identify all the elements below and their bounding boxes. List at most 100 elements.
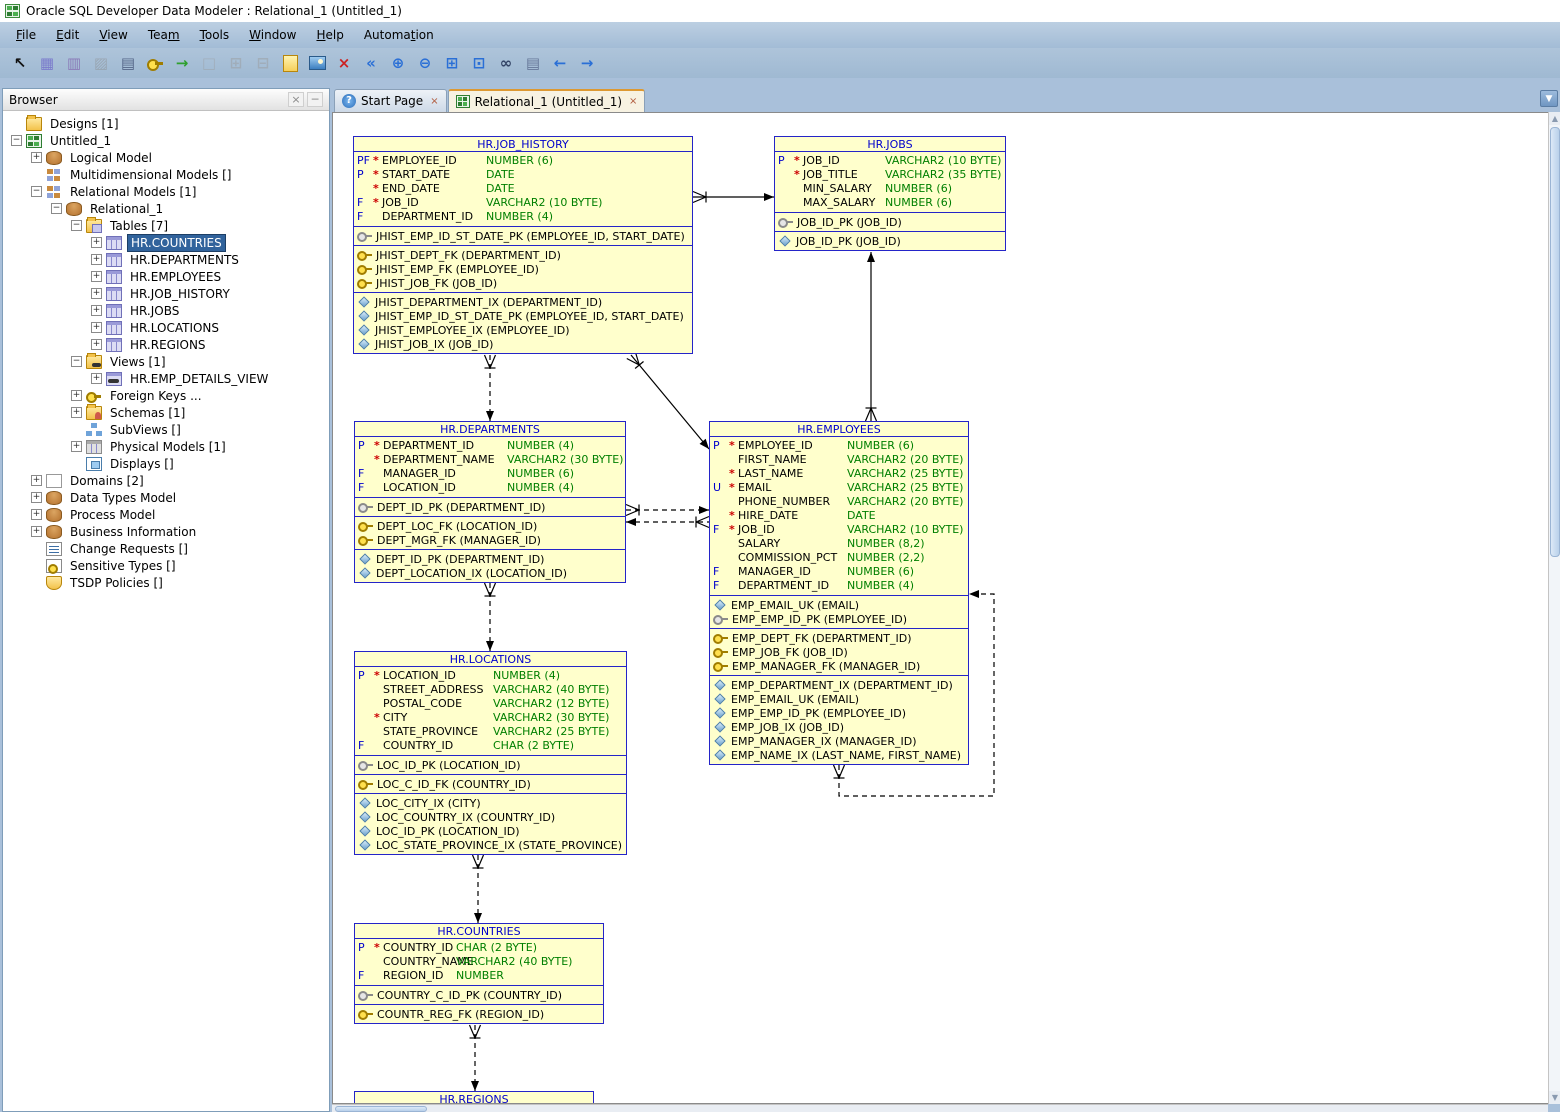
expand-plus-icon[interactable]: + bbox=[91, 305, 102, 316]
fit-screen-icon[interactable]: ⊞ bbox=[440, 51, 464, 75]
scroll-up-arrow-icon[interactable]: ▲ bbox=[1549, 112, 1560, 125]
tab-relational-1-untitled-1[interactable]: Relational_1 (Untitled_1)× bbox=[448, 89, 646, 112]
tree-item-logical-model[interactable]: +Logical Model bbox=[3, 149, 329, 166]
split-table-icon[interactable]: ▤ bbox=[116, 51, 140, 75]
tree-item-business-information[interactable]: +Business Information bbox=[3, 523, 329, 540]
horizontal-scrollbar-thumb[interactable] bbox=[335, 1106, 427, 1112]
tree-item-displays[interactable]: Displays [] bbox=[3, 455, 329, 472]
back-icon[interactable]: ← bbox=[548, 51, 572, 75]
entity-hr-countries[interactable]: HR.COUNTRIESP*COUNTRY_IDCHAR (2 BYTE)COU… bbox=[354, 923, 604, 1024]
tree-item-sensitive-types[interactable]: Sensitive Types [] bbox=[3, 557, 329, 574]
table-dependency-icon[interactable]: ▨ bbox=[89, 51, 113, 75]
tree-item-views-1[interactable]: −Views [1] bbox=[3, 353, 329, 370]
entity-hr-employees[interactable]: HR.EMPLOYEESP*EMPLOYEE_IDNUMBER (6)FIRST… bbox=[709, 421, 969, 765]
expand-plus-icon[interactable]: + bbox=[91, 271, 102, 282]
zoom-in-icon[interactable]: ⊕ bbox=[386, 51, 410, 75]
select-pointer-icon[interactable]: ↖ bbox=[8, 51, 32, 75]
menu-view[interactable]: View bbox=[89, 24, 137, 46]
expand-plus-icon[interactable]: + bbox=[91, 373, 102, 384]
fk-loc-country[interactable] bbox=[473, 855, 484, 923]
scroll-down-arrow-icon[interactable]: ▼ bbox=[1549, 1091, 1560, 1104]
collapse-all-icon[interactable]: « bbox=[359, 51, 383, 75]
collapse-minus-icon[interactable]: − bbox=[11, 135, 22, 146]
tab-close-icon[interactable]: × bbox=[430, 96, 438, 107]
fk-emp-dept[interactable] bbox=[626, 505, 709, 516]
box-tool-icon[interactable]: □ bbox=[197, 51, 221, 75]
entity-hr-regions[interactable]: HR.REGIONS bbox=[354, 1091, 594, 1104]
tree-item-change-requests[interactable]: Change Requests [] bbox=[3, 540, 329, 557]
fk-jhist-job[interactable] bbox=[693, 192, 774, 203]
collapse-minus-icon[interactable]: − bbox=[51, 203, 62, 214]
fk-country-region[interactable] bbox=[470, 1025, 481, 1091]
expand-plus-icon[interactable]: + bbox=[91, 339, 102, 350]
tab-close-icon[interactable]: × bbox=[629, 96, 637, 107]
new-view-icon[interactable]: ▥ bbox=[62, 51, 86, 75]
tree-item-tables-7[interactable]: −Tables [7] bbox=[3, 217, 329, 234]
tree-item-process-model[interactable]: +Process Model bbox=[3, 506, 329, 523]
expand-plus-icon[interactable]: + bbox=[71, 407, 82, 418]
diagram-canvas[interactable]: HR.JOB_HISTORYPF*EMPLOYEE_IDNUMBER (6)P*… bbox=[332, 112, 1548, 1104]
menu-team[interactable]: Team bbox=[138, 24, 190, 46]
entity-hr-locations[interactable]: HR.LOCATIONSP*LOCATION_IDNUMBER (4)STREE… bbox=[354, 651, 627, 855]
expand-plus-icon[interactable]: + bbox=[91, 237, 102, 248]
fk-jhist-emp[interactable] bbox=[627, 351, 709, 449]
tree-item-schemas-1[interactable]: +Schemas [1] bbox=[3, 404, 329, 421]
delete-icon[interactable]: × bbox=[332, 51, 356, 75]
zoom-out-icon[interactable]: ⊖ bbox=[413, 51, 437, 75]
tree-item-physical-models-1[interactable]: +Physical Models [1] bbox=[3, 438, 329, 455]
tab-start-page[interactable]: ?Start Page× bbox=[334, 89, 447, 112]
tree-item-hr-regions[interactable]: +HR.REGIONS bbox=[3, 336, 329, 353]
fk-dept-loc[interactable] bbox=[485, 583, 496, 651]
insert-image-icon[interactable] bbox=[305, 51, 329, 75]
search-binoculars-icon[interactable]: ∞ bbox=[494, 51, 518, 75]
tree-item-domains-2[interactable]: +Domains [2] bbox=[3, 472, 329, 489]
fk-dept-mgr[interactable] bbox=[626, 517, 709, 528]
new-note-icon[interactable] bbox=[278, 51, 302, 75]
box-remove-icon[interactable]: ⊟ bbox=[251, 51, 275, 75]
tree-item-designs-1[interactable]: Designs [1] bbox=[3, 115, 329, 132]
menu-edit[interactable]: Edit bbox=[46, 24, 89, 46]
menu-tools[interactable]: Tools bbox=[190, 24, 240, 46]
tree-item-untitled-1[interactable]: −Untitled_1 bbox=[3, 132, 329, 149]
resize-diagram-icon[interactable]: ⊡ bbox=[467, 51, 491, 75]
browser-close-button[interactable]: × bbox=[288, 92, 304, 107]
vertical-scrollbar[interactable]: ▲ ▼ bbox=[1548, 112, 1560, 1104]
collapse-minus-icon[interactable]: − bbox=[31, 186, 42, 197]
new-foreign-key-icon[interactable] bbox=[143, 51, 167, 75]
forward-icon[interactable]: → bbox=[575, 51, 599, 75]
expand-plus-icon[interactable]: + bbox=[71, 441, 82, 452]
tree-item-hr-countries[interactable]: +HR.COUNTRIES bbox=[3, 234, 329, 251]
tab-list-dropdown-button[interactable]: ▼ bbox=[1540, 90, 1558, 107]
menu-automation[interactable]: Automation bbox=[354, 24, 444, 46]
entity-hr-job-history[interactable]: HR.JOB_HISTORYPF*EMPLOYEE_IDNUMBER (6)P*… bbox=[353, 136, 693, 354]
tree-item-data-types-model[interactable]: +Data Types Model bbox=[3, 489, 329, 506]
tree-item-hr-jobs[interactable]: +HR.JOBS bbox=[3, 302, 329, 319]
tree-item-multidimensional-models[interactable]: Multidimensional Models [] bbox=[3, 166, 329, 183]
report-icon[interactable]: ▤ bbox=[521, 51, 545, 75]
expand-plus-icon[interactable]: + bbox=[31, 152, 42, 163]
tree-item-subviews[interactable]: SubViews [] bbox=[3, 421, 329, 438]
tree-item-hr-employees[interactable]: +HR.EMPLOYEES bbox=[3, 268, 329, 285]
expand-plus-icon[interactable]: + bbox=[91, 322, 102, 333]
menu-window[interactable]: Window bbox=[239, 24, 306, 46]
menu-help[interactable]: Help bbox=[306, 24, 353, 46]
tree-item-hr-departments[interactable]: +HR.DEPARTMENTS bbox=[3, 251, 329, 268]
new-table-icon[interactable]: ▦ bbox=[35, 51, 59, 75]
tree-item-hr-locations[interactable]: +HR.LOCATIONS bbox=[3, 319, 329, 336]
expand-plus-icon[interactable]: + bbox=[91, 254, 102, 265]
expand-plus-icon[interactable]: + bbox=[31, 509, 42, 520]
fk-jhist-dept[interactable] bbox=[485, 355, 496, 421]
menu-file[interactable]: File bbox=[6, 24, 46, 46]
tree-item-relational-models-1[interactable]: −Relational Models [1] bbox=[3, 183, 329, 200]
tree-item-hr-job-history[interactable]: +HR.JOB_HISTORY bbox=[3, 285, 329, 302]
entity-hr-departments[interactable]: HR.DEPARTMENTSP*DEPARTMENT_IDNUMBER (4)*… bbox=[354, 421, 626, 583]
vertical-scrollbar-thumb[interactable] bbox=[1550, 127, 1560, 557]
tree-item-hr-emp-details-view[interactable]: +HR.EMP_DETAILS_VIEW bbox=[3, 370, 329, 387]
expand-plus-icon[interactable]: + bbox=[91, 288, 102, 299]
collapse-minus-icon[interactable]: − bbox=[71, 220, 82, 231]
expand-plus-icon[interactable]: + bbox=[31, 526, 42, 537]
horizontal-scrollbar[interactable] bbox=[332, 1104, 1548, 1112]
entity-hr-jobs[interactable]: HR.JOBSP*JOB_IDVARCHAR2 (10 BYTE)*JOB_TI… bbox=[774, 136, 1006, 251]
flow-connector-icon[interactable]: → bbox=[170, 51, 194, 75]
fk-emp-job[interactable] bbox=[866, 252, 877, 421]
